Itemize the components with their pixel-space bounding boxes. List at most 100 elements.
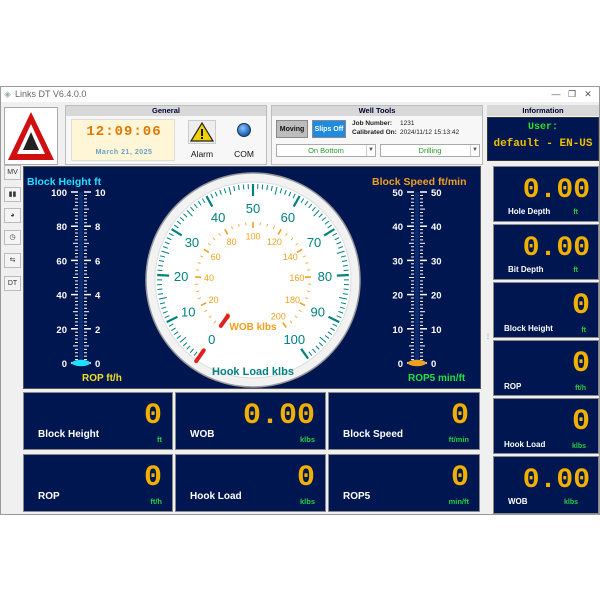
tile-label: Hook Load xyxy=(504,440,546,449)
dial-inner-label: 20 xyxy=(208,295,218,305)
dial-inner-label: 200 xyxy=(271,312,286,322)
mv-button-label: MV xyxy=(7,169,18,176)
tile-label: Bit Depth xyxy=(508,265,544,274)
bar-chart-button[interactable]: ▮▮ xyxy=(4,187,21,202)
position-select[interactable]: On Bottom ▼ xyxy=(276,144,376,157)
tile-value: 0 xyxy=(571,347,590,381)
tile-value: 0.00 xyxy=(242,399,315,433)
splitter-handle[interactable]: ⋮ xyxy=(485,333,491,340)
right-linear-gauge: 50 50 40 40 30 30 20 20 10 10 0 0 xyxy=(392,188,441,370)
chevron-down-icon: ▼ xyxy=(470,145,479,156)
tile-block-speed: Block Speed 0 ft/min xyxy=(328,392,480,450)
gauge-tick-label-inner: 6 xyxy=(95,256,100,267)
mode-select[interactable]: Drilling ▼ xyxy=(380,144,480,157)
gauge-tick-label-inner: 30 xyxy=(431,256,442,267)
tile-label: Hook Load xyxy=(190,491,242,502)
clock-button[interactable]: ◷ xyxy=(4,230,21,245)
dial-inner-label: 100 xyxy=(245,232,260,242)
dial-inner-label: 180 xyxy=(285,295,300,305)
gauge-tick-label-outer: 10 xyxy=(392,325,403,336)
gauge-tick-label-outer: 60 xyxy=(56,256,67,267)
information-title: Information xyxy=(487,105,599,116)
gauge-tick-label-outer: 40 xyxy=(56,291,67,302)
gauge-tick-label-inner: 0 xyxy=(431,359,436,370)
tile-unit: ft xyxy=(573,209,578,216)
dt-button-label: DT xyxy=(7,280,18,287)
com-status-icon xyxy=(237,123,251,137)
gauge-tick-label-inner: 4 xyxy=(95,291,101,302)
dial-outer-label: 70 xyxy=(307,235,321,250)
tile-wob: WOB 0.00 klbs xyxy=(175,392,326,450)
restore-icon[interactable]: ❐ xyxy=(565,87,579,102)
minimize-icon[interactable]: — xyxy=(549,87,563,102)
dial-inner-unit: WOB klbs xyxy=(229,322,277,333)
tile-label: Block Height xyxy=(504,324,553,333)
sliders-button[interactable]: ⇆ xyxy=(4,253,21,268)
right-tile-bit-depth: Bit Depth 0.00 ft xyxy=(493,224,599,280)
app-window: ◈ Links DT V6.4.0.0 — ❐ ✕ General 12:09:… xyxy=(0,86,600,515)
left-gauge-bottom-label: ROP ft/h xyxy=(82,373,122,384)
gauge-track xyxy=(79,192,83,363)
gauge-tick-label-inner: 2 xyxy=(95,325,100,336)
tile-unit: ft xyxy=(581,327,586,334)
dial-outer-tick xyxy=(157,273,170,277)
tile-label: WOB xyxy=(508,497,528,506)
tile-value: 0 xyxy=(143,461,162,495)
tile-label: ROP xyxy=(38,491,60,502)
dial-outer-label: 100 xyxy=(283,332,305,347)
dial-inner-label: 80 xyxy=(227,237,237,247)
gauge-tick-label-outer: 20 xyxy=(56,325,67,336)
alarm-button[interactable] xyxy=(188,120,216,144)
dial-outer-tick xyxy=(261,184,264,190)
dial-outer-unit: Hook Load klbs xyxy=(212,366,294,378)
information-panel: User: default - EN-US xyxy=(487,117,599,161)
tile-label: Hole Depth xyxy=(508,207,551,216)
tile-value: 0.00 xyxy=(522,233,590,264)
slips-off-button[interactable]: Slips Off xyxy=(312,120,346,138)
tile-label: ROP5 xyxy=(343,491,371,502)
mv-button[interactable]: MV xyxy=(4,165,21,180)
gauge-tick-label-inner: 10 xyxy=(431,325,442,336)
tile-unit: ft/min xyxy=(448,435,469,444)
dt-button[interactable]: DT xyxy=(4,276,21,291)
calibrated-label: Calibrated On: xyxy=(352,129,397,136)
app-icon: ◈ xyxy=(4,89,11,99)
sliders-icon: ⇆ xyxy=(9,257,16,264)
dial-inner-label: 120 xyxy=(267,237,282,247)
tile-block-height: Block Height 0 ft xyxy=(23,392,173,450)
dial-inner-label: 140 xyxy=(283,252,298,262)
dial-outer-label: 60 xyxy=(281,210,295,225)
right-gauge-bottom-label: ROP5 min/ft xyxy=(408,373,466,384)
gauge-tick-label-inner: 40 xyxy=(431,222,442,233)
gauge-canvas: Block Height ft 100 1080 860 640 420 20 0 ROP … xyxy=(27,172,467,388)
tile-label: ROP xyxy=(504,382,522,391)
tile-value: 0.00 xyxy=(522,465,590,496)
dial-inner-label: 160 xyxy=(289,273,304,283)
calibrated-value: 2024/11/12 15:13:42 xyxy=(400,129,460,136)
hookload-wob-dial: 0102030405060708090100020406080100120140… xyxy=(145,172,361,388)
left-linear-gauge: 100 1080 860 640 420 20 0 xyxy=(51,188,105,370)
right-tile-wob: WOB 0.00 klbs xyxy=(493,456,599,514)
right-tile-block-height: Block Height 0 ft xyxy=(493,282,599,338)
moving-button[interactable]: Moving xyxy=(276,120,308,138)
general-group: General 12:09:06 March 21, 2025 Alarm CO… xyxy=(65,105,267,165)
pie-chart-button[interactable]: ◕ xyxy=(4,208,21,223)
clock-icon: ◷ xyxy=(9,234,16,241)
dial-inner-label: 40 xyxy=(204,273,214,283)
dial-outer-label: 10 xyxy=(181,305,195,320)
gauge-track xyxy=(415,192,419,363)
gauge-zero-marker xyxy=(72,359,90,367)
close-icon[interactable]: ✕ xyxy=(581,87,595,102)
dial-outer-label: 40 xyxy=(211,210,225,225)
dial-outer-label: 50 xyxy=(246,201,260,216)
tile-unit: klbs xyxy=(563,499,578,506)
job-number-value: 1231 xyxy=(400,120,415,127)
general-title: General xyxy=(66,106,266,116)
user-value: default - EN-US xyxy=(493,138,593,150)
dial-inner-label: 60 xyxy=(211,252,221,262)
gauge-tick-label-outer: 0 xyxy=(62,359,67,370)
tile-label: Block Height xyxy=(38,429,100,440)
right-tile-hole-depth: Hole Depth 0.00 ft xyxy=(493,166,599,222)
job-number-label: Job Number: xyxy=(352,120,393,127)
tile-value: 0 xyxy=(296,461,315,495)
